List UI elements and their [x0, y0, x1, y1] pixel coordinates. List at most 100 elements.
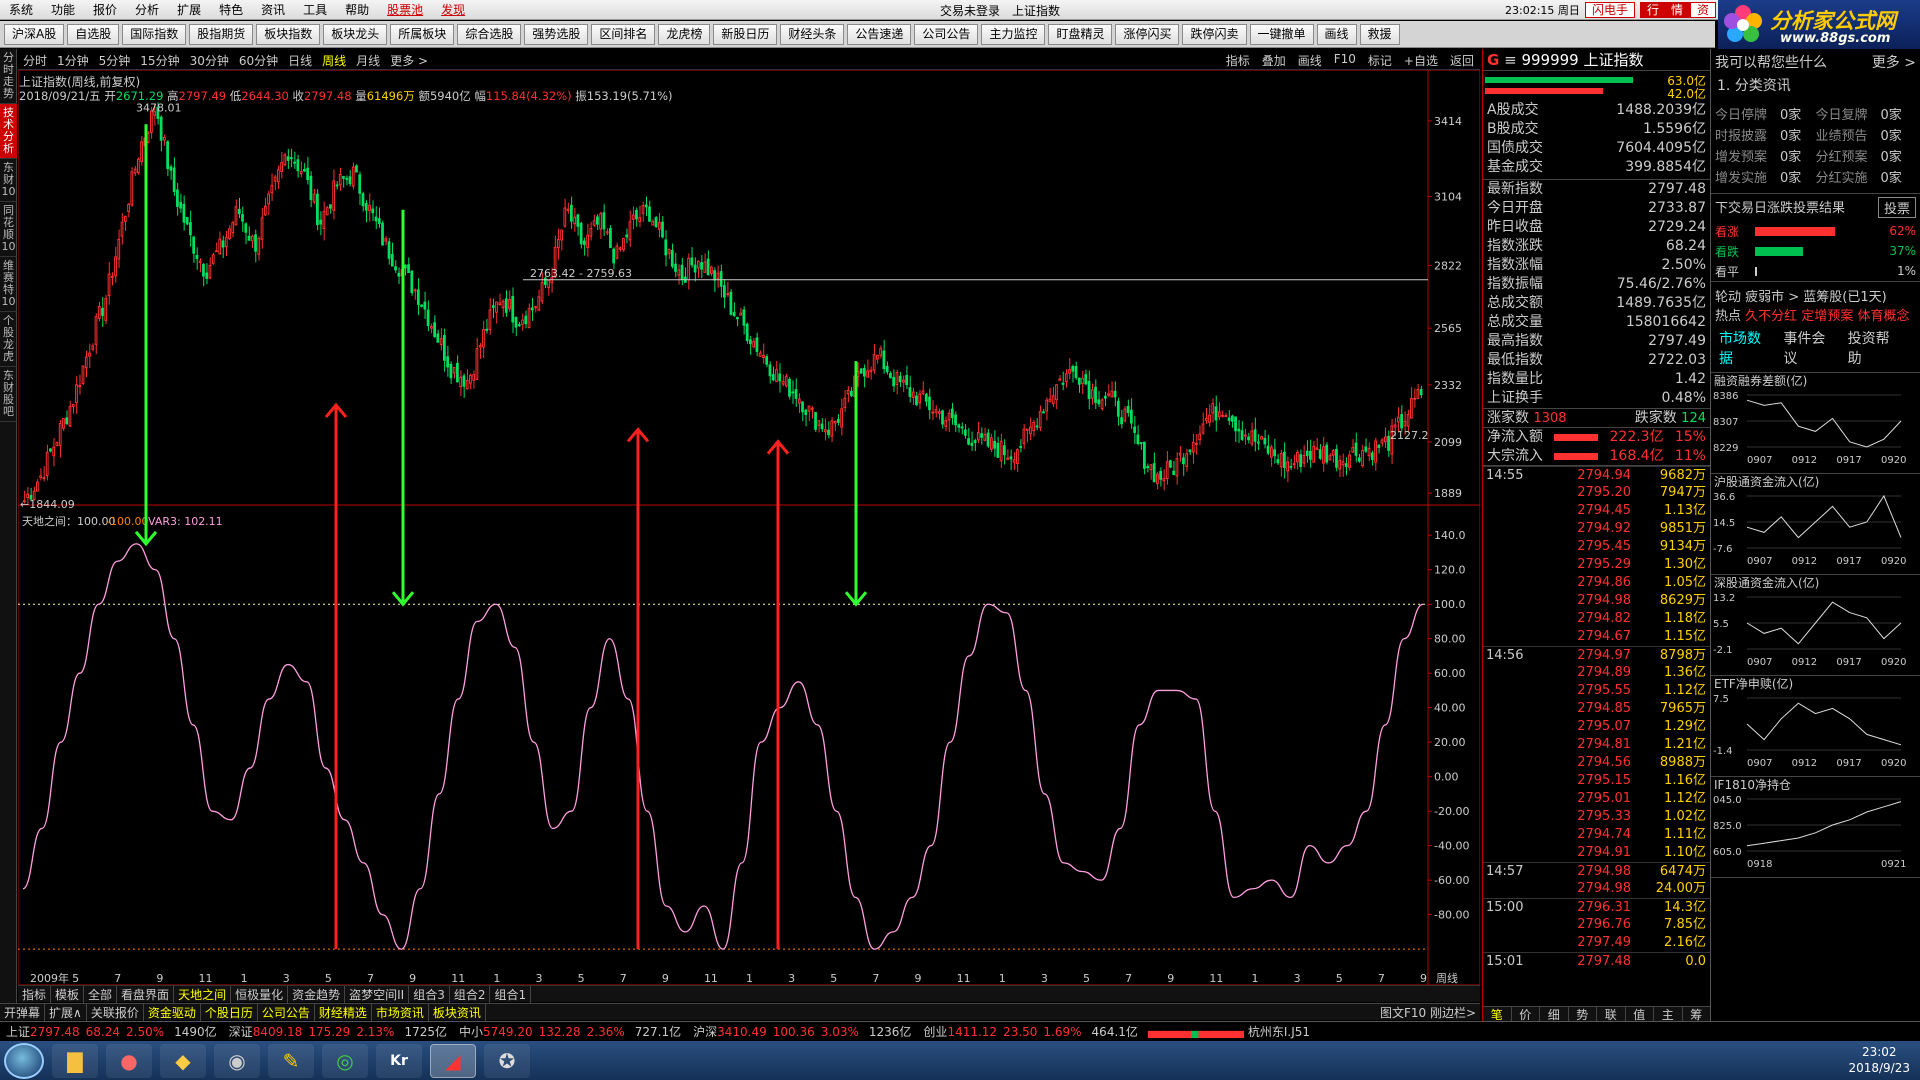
bottom-tab[interactable]: 财经精选: [315, 1003, 372, 1021]
menu-item[interactable]: 工具: [294, 1, 336, 18]
event-stat[interactable]: 0家: [1881, 168, 1916, 189]
left-tab[interactable]: 分时走势: [0, 49, 17, 104]
toolbar-button[interactable]: 所属板块: [390, 23, 455, 45]
toolbar-button[interactable]: 新股日历: [713, 23, 778, 45]
left-tab[interactable]: 维赛特10: [0, 257, 17, 312]
menu-item[interactable]: 扩展: [168, 1, 210, 18]
period-tab[interactable]: 60分钟: [234, 52, 283, 69]
event-stat[interactable]: 增发预案: [1715, 147, 1780, 168]
start-button[interactable]: [4, 1042, 44, 1079]
event-stat[interactable]: 分红实施: [1816, 168, 1881, 189]
chrome-icon[interactable]: ◎: [322, 1043, 368, 1078]
kline-chart[interactable]: 3414310428222565233220991889140.0120.010…: [18, 70, 1480, 985]
toolbar-button[interactable]: 板块龙头: [323, 23, 388, 45]
toolbar-button[interactable]: 板块指数: [256, 23, 321, 45]
toolbar-button[interactable]: 财经头条: [780, 23, 845, 45]
assistant-ask[interactable]: 我可以帮您些什么: [1715, 52, 1827, 72]
period-tab[interactable]: 日线: [283, 52, 317, 69]
period-tab[interactable]: 15分钟: [135, 52, 184, 69]
trade-button[interactable]: 资: [1690, 2, 1717, 18]
indicator-tab[interactable]: 模板: [51, 985, 85, 1003]
tool-icon[interactable]: ✪: [484, 1043, 530, 1078]
stock-app-icon[interactable]: ◢: [430, 1043, 476, 1078]
menu-item[interactable]: 功能: [42, 1, 84, 18]
toolbar-button[interactable]: 公司公告: [914, 23, 979, 45]
kt-icon[interactable]: Kr: [376, 1043, 422, 1078]
menu-stock-pool[interactable]: 股票池: [378, 1, 432, 18]
indicator-tab[interactable]: 指标: [18, 985, 52, 1003]
period-tab[interactable]: 周线: [317, 52, 351, 69]
left-tab[interactable]: 个股龙虎: [0, 312, 17, 367]
event-stat[interactable]: 0家: [1881, 126, 1916, 147]
indicator-tab[interactable]: 组合2: [450, 985, 491, 1003]
indicator-tab[interactable]: 天地之间: [174, 985, 232, 1003]
chart-tool-button[interactable]: 叠加: [1256, 52, 1292, 69]
event-stat[interactable]: 0家: [1881, 105, 1916, 126]
event-stat[interactable]: 今日停牌: [1715, 105, 1780, 126]
bottom-tab[interactable]: 市场资讯: [372, 1003, 429, 1021]
bottom-tab[interactable]: 开弹幕: [0, 1003, 46, 1021]
chart-tool-button[interactable]: 标记: [1362, 52, 1398, 69]
toolbar-button[interactable]: 强势选股: [524, 23, 589, 45]
system-tray-clock[interactable]: 23:02 2018/9/23: [1848, 1044, 1910, 1076]
left-tab[interactable]: 技术分析: [0, 104, 17, 159]
toolbar-button[interactable]: 公告速递: [847, 23, 912, 45]
chart-tool-button[interactable]: 返回: [1444, 52, 1480, 69]
index-item[interactable]: 中小5749.20 132.28 2.36% 727.1亿: [453, 1023, 687, 1040]
chart-tool-button[interactable]: 指标: [1220, 52, 1256, 69]
quote-button[interactable]: 行 情: [1640, 2, 1691, 18]
toolbar-button[interactable]: 涨停闪买: [1115, 23, 1180, 45]
left-tab[interactable]: 东财10: [0, 159, 17, 202]
toolbar-button[interactable]: 主力监控: [981, 23, 1046, 45]
index-item[interactable]: 沪深3410.49 100.36 3.03% 1236亿: [687, 1023, 917, 1040]
toolbar-button[interactable]: 国际指数: [122, 23, 187, 45]
hot-topic-1[interactable]: 久不分红: [1745, 309, 1797, 324]
flash-trade-button[interactable]: 闪电手: [1585, 2, 1636, 18]
toolbar-button[interactable]: 龙虎榜: [658, 23, 711, 45]
brush-icon[interactable]: ✎: [268, 1043, 314, 1078]
event-stat[interactable]: 0家: [1780, 147, 1815, 168]
menu-item[interactable]: 分析: [126, 1, 168, 18]
hot-topic-3[interactable]: 体育概念: [1857, 309, 1909, 324]
toolbar-button[interactable]: 盯盘精灵: [1048, 23, 1113, 45]
toolbar-button[interactable]: 画线: [1316, 23, 1357, 45]
event-stat[interactable]: 今日复牌: [1816, 105, 1881, 126]
toolbar-button[interactable]: 自选股: [67, 23, 120, 45]
f10-link[interactable]: 图文F10: [1380, 1006, 1426, 1020]
period-tab[interactable]: 更多 >: [385, 52, 433, 69]
bottom-tab[interactable]: 个股日历: [201, 1003, 258, 1021]
indicator-tab[interactable]: 恒极量化: [231, 985, 289, 1003]
toolbar-button[interactable]: 股指期货: [189, 23, 254, 45]
indicator-tab[interactable]: 盗梦空间II: [345, 985, 410, 1003]
toolbar-button[interactable]: 区间排名: [591, 23, 656, 45]
sidebar-toggle-link[interactable]: 刚边栏>: [1430, 1006, 1476, 1020]
indicator-tab[interactable]: 看盘界面: [117, 985, 175, 1003]
menu-item[interactable]: 特色: [210, 1, 252, 18]
bottom-tab[interactable]: 扩展∧: [45, 1003, 87, 1021]
event-stat[interactable]: 时报披露: [1715, 126, 1780, 147]
chart-tool-button[interactable]: +自选: [1398, 52, 1444, 69]
index-item[interactable]: 深证8409.18 175.29 2.13% 1725亿: [223, 1023, 453, 1040]
info-tab[interactable]: 投资帮助: [1848, 328, 1902, 368]
toolbar-button[interactable]: 沪深A股: [4, 23, 65, 45]
period-tab[interactable]: 5分钟: [94, 52, 136, 69]
left-tab[interactable]: 东财股吧: [0, 367, 17, 422]
event-stat[interactable]: 0家: [1881, 147, 1916, 168]
chart-tool-button[interactable]: F10: [1328, 52, 1362, 69]
info-tab[interactable]: 市场数据: [1719, 328, 1773, 368]
index-item[interactable]: 创业1411.12 23.50 1.69% 464.1亿: [917, 1023, 1143, 1040]
toolbar-button[interactable]: 救援: [1359, 23, 1400, 45]
event-stat[interactable]: 0家: [1780, 126, 1815, 147]
vote-button[interactable]: 投票: [1877, 197, 1916, 218]
menu-item[interactable]: 资讯: [252, 1, 294, 18]
game-icon[interactable]: ◆: [160, 1043, 206, 1078]
info-tab[interactable]: 事件会议: [1783, 328, 1837, 368]
color-ball-icon[interactable]: ●: [106, 1043, 152, 1078]
indicator-tab[interactable]: 组合1: [490, 985, 532, 1003]
bottom-tab[interactable]: 板块资讯: [429, 1003, 486, 1021]
period-tab[interactable]: 30分钟: [185, 52, 234, 69]
indicator-tab[interactable]: 组合3: [409, 985, 450, 1003]
period-tab[interactable]: 分时: [18, 52, 52, 69]
bottom-tab[interactable]: 公司公告: [258, 1003, 315, 1021]
event-stat[interactable]: 0家: [1780, 168, 1815, 189]
